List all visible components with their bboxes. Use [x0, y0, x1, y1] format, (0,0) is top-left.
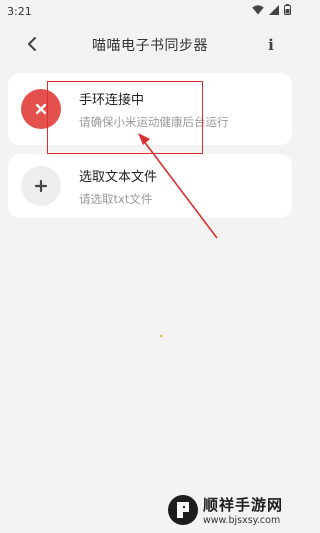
signal-icon: [269, 4, 279, 18]
status-bar: 3:21: [0, 0, 300, 22]
band-connection-card[interactable]: 手环连接中 请确保小米运动健康后台运行: [8, 73, 292, 145]
watermark-name: 顺祥手游网: [203, 496, 284, 514]
select-file-subtitle: 请选取txt文件: [79, 191, 153, 206]
select-file-title: 选取文本文件: [79, 169, 158, 185]
battery-icon: [284, 4, 291, 18]
wifi-icon: [252, 4, 264, 18]
watermark-logo-icon: [168, 495, 198, 525]
add-file-icon-circle: [21, 166, 61, 206]
band-connection-title: 手环连接中: [79, 92, 145, 108]
info-button[interactable]: i: [264, 35, 278, 55]
chevron-left-icon: [27, 36, 37, 55]
page-title: 喵喵电子书同步器: [92, 38, 208, 54]
select-file-text: 选取文本文件 请选取txt文件: [79, 166, 157, 207]
artifact-dot: [160, 335, 162, 337]
watermark-url: www.bjsxsy.com: [203, 515, 281, 526]
connection-status-icon-circle: [21, 89, 61, 129]
band-connection-text: 手环连接中 请确保小米运动健康后台运行: [79, 89, 229, 130]
watermark-text: 顺祥手游网 www.bjsxsy.com: [203, 494, 283, 526]
site-watermark: 顺祥手游网 www.bjsxsy.com: [168, 491, 296, 529]
band-connection-subtitle: 请确保小米运动健康后台运行: [79, 114, 229, 129]
close-icon: [35, 100, 47, 119]
status-icons: [252, 4, 291, 18]
app-bar: 喵喵电子书同步器 i: [0, 22, 300, 68]
select-file-card[interactable]: 选取文本文件 请选取txt文件: [8, 154, 292, 218]
back-button[interactable]: [20, 33, 44, 57]
status-time: 3:21: [7, 4, 32, 18]
plus-icon: [34, 177, 48, 196]
